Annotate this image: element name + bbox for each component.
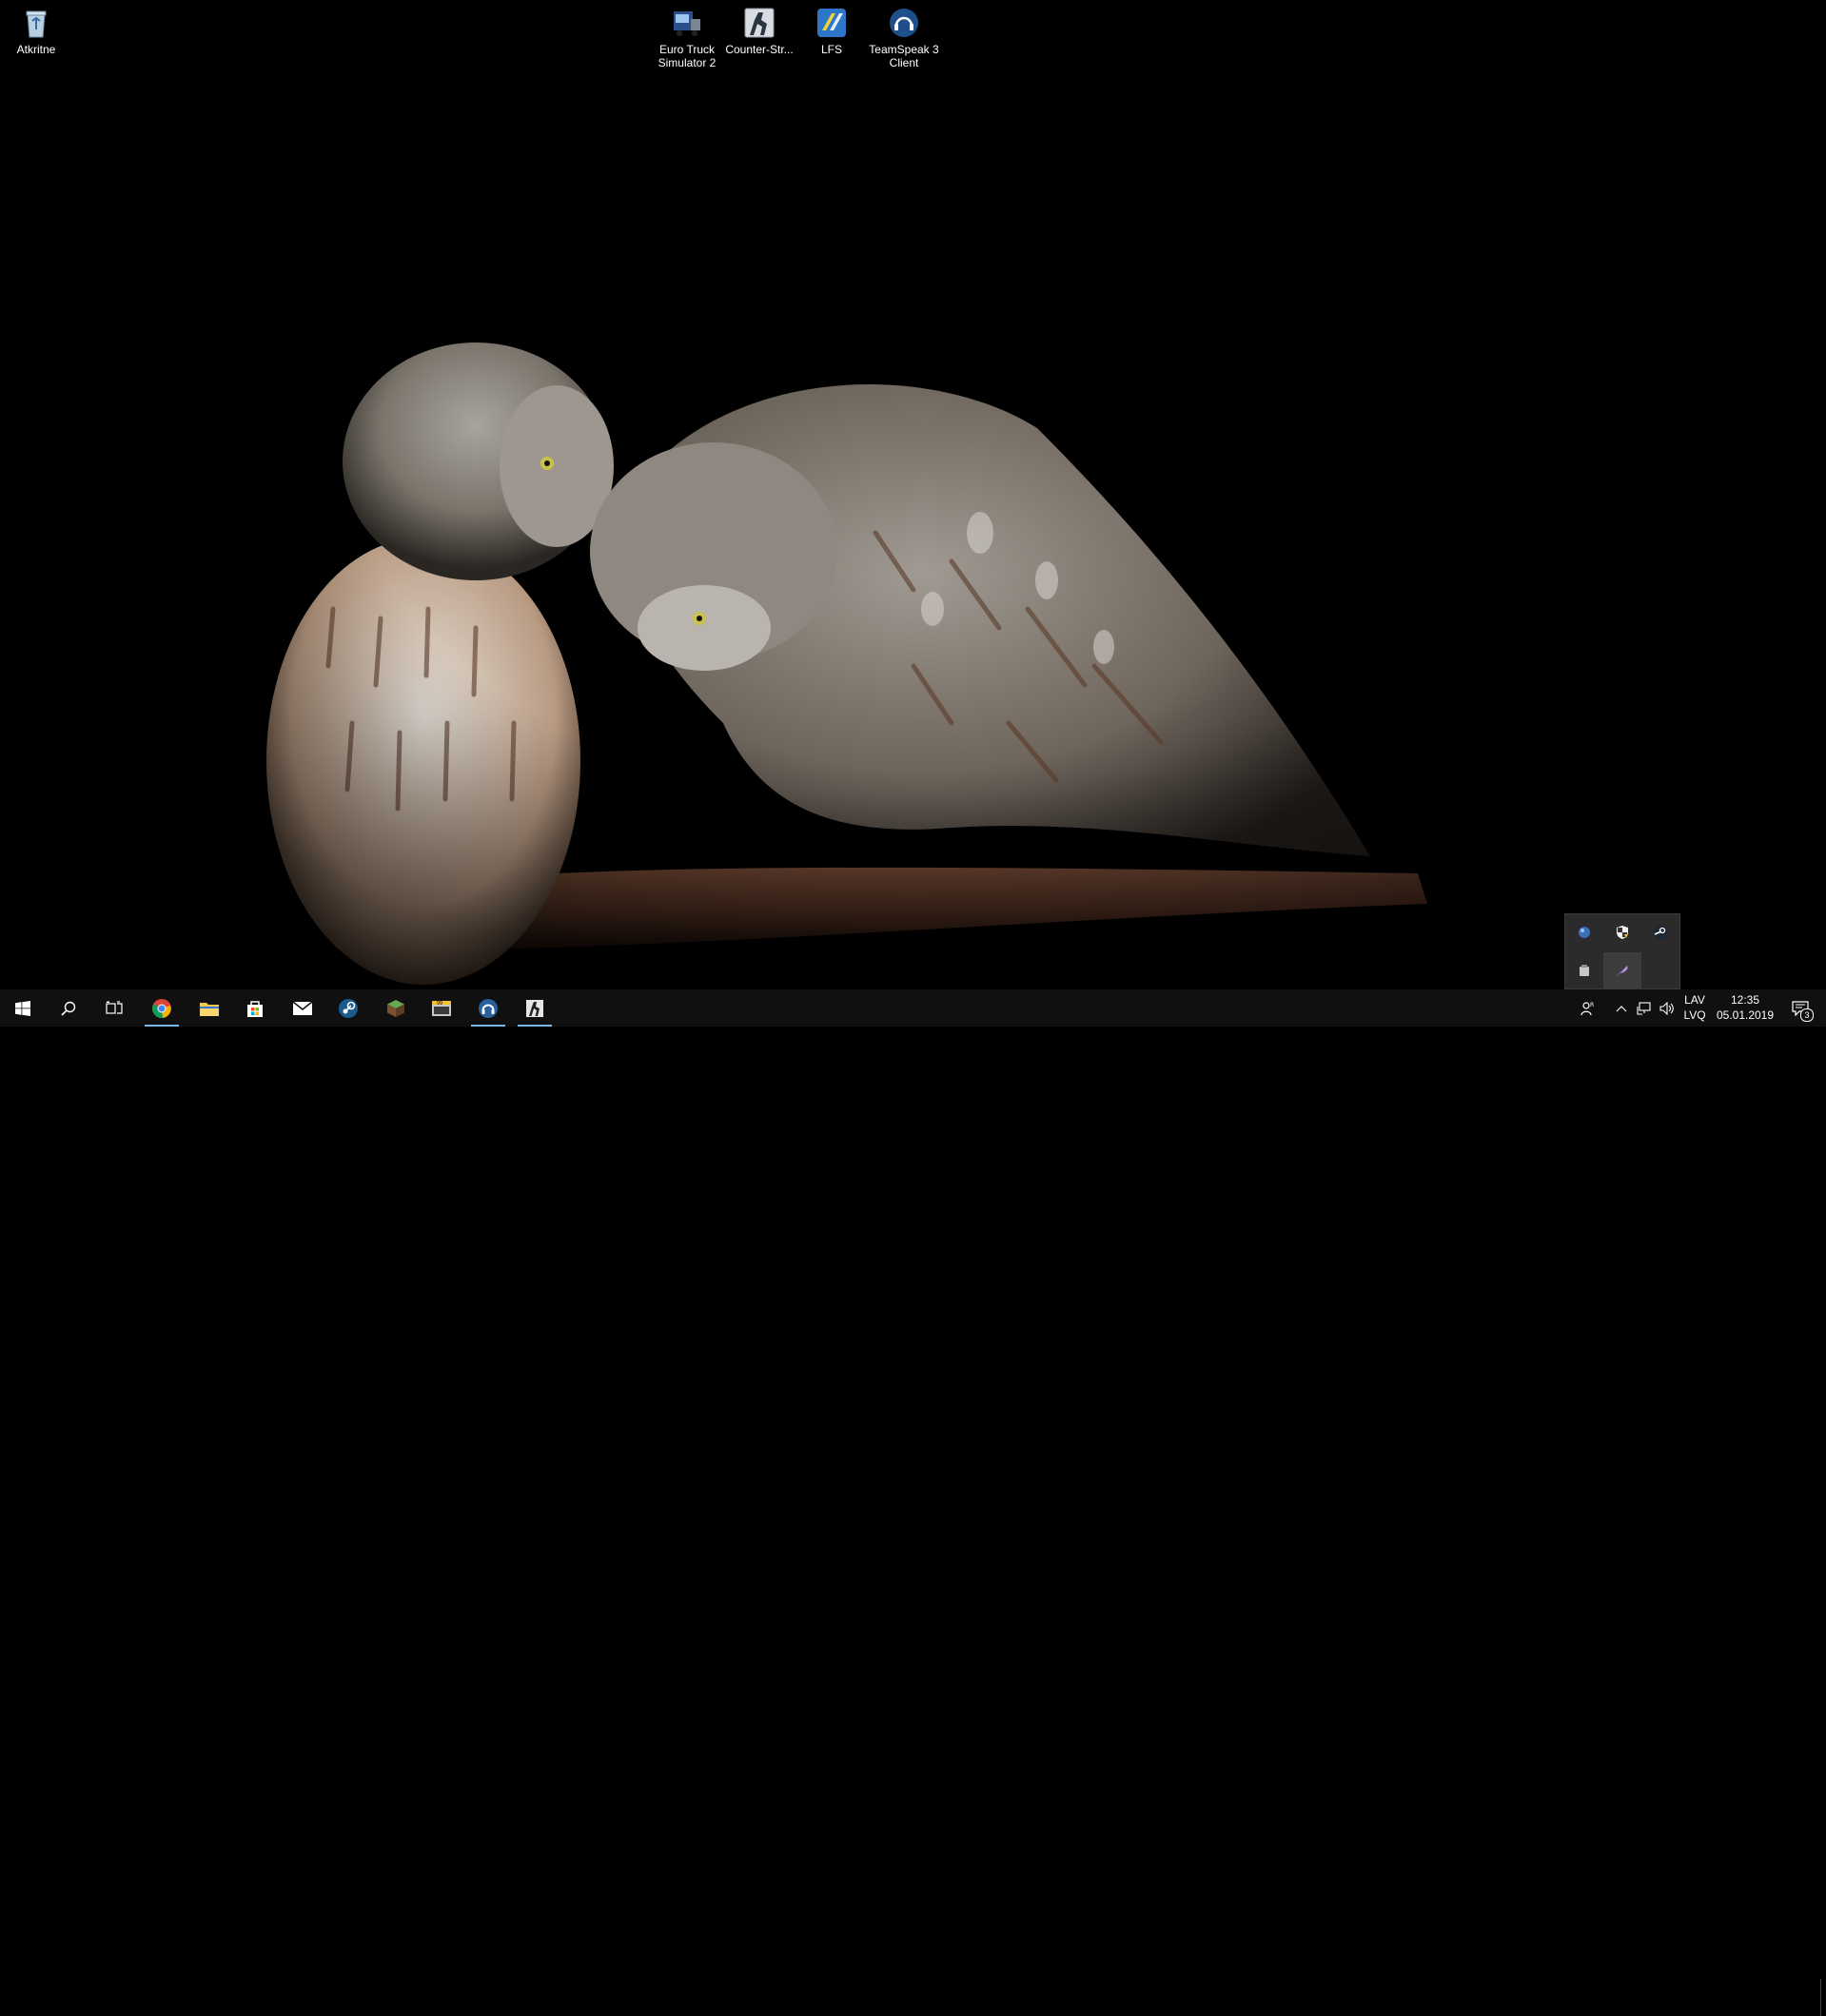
tray-network[interactable]: [1633, 989, 1656, 1027]
svg-text:99: 99: [437, 1001, 442, 1007]
teamspeak-icon: [887, 6, 921, 40]
lfs-icon: [815, 6, 849, 40]
svg-text:R: R: [1590, 1002, 1594, 1008]
action-center-button[interactable]: [1785, 989, 1816, 1027]
chevron-up-icon: [1616, 1005, 1627, 1011]
search-button[interactable]: [46, 989, 91, 1027]
usb-drive-icon: [1580, 965, 1589, 976]
taskbar-file-explorer[interactable]: [187, 989, 232, 1027]
windows-logo-icon: [15, 1000, 30, 1016]
keyboard-layout: LVQ: [1683, 1008, 1706, 1022]
search-icon: [61, 1001, 76, 1016]
terminal-app-icon: 99: [432, 1000, 451, 1016]
desktop-icon-label: TeamSpeak 3 Client: [869, 43, 939, 69]
language-code: LAV: [1684, 993, 1705, 1007]
mail-icon: [292, 1000, 313, 1015]
recycle-bin-icon: [19, 6, 53, 40]
taskbar-steam[interactable]: [325, 989, 371, 1027]
taskbar-store[interactable]: [232, 989, 278, 1027]
desktop-icon-teamspeak[interactable]: TeamSpeak 3 Client: [868, 0, 940, 69]
store-bag-icon: [247, 1000, 263, 1017]
tray-popup-item[interactable]: [1565, 952, 1603, 988]
security-shield-icon: [1617, 926, 1628, 939]
steam-icon: [339, 998, 358, 1018]
desktop-icon-label: Counter-Str...: [725, 43, 794, 56]
desktop-icon-counter-strike[interactable]: Counter-Str...: [723, 0, 795, 56]
folder-icon: [200, 1002, 219, 1016]
tray-popup-item[interactable]: [1641, 914, 1679, 950]
euro-truck-simulator-icon: [670, 6, 704, 40]
tray-people[interactable]: R: [1576, 989, 1600, 1027]
taskbar-mail[interactable]: [280, 989, 325, 1027]
taskbar-chrome[interactable]: [139, 989, 185, 1027]
tray-overflow-popup: [1564, 913, 1680, 989]
clock-date: 05.01.2019: [1716, 1008, 1775, 1022]
minecraft-block-icon: [387, 999, 404, 1017]
tray-show-hidden[interactable]: [1612, 989, 1631, 1027]
taskbar-minecraft[interactable]: [373, 989, 419, 1027]
people-icon: R: [1581, 1002, 1594, 1015]
tray-popup-item[interactable]: [1603, 914, 1641, 950]
chrome-icon: [152, 998, 171, 1018]
blue-orb-icon: [1579, 927, 1590, 938]
notification-count-badge: 3: [1800, 1008, 1814, 1022]
taskbar: 99 R LAV LVQ 12:35 05.01.2019: [0, 989, 1826, 2016]
clock[interactable]: 12:35 05.01.2019: [1713, 992, 1777, 1023]
steam-tray-icon: [1654, 926, 1667, 939]
feather-pen-icon: [1616, 966, 1628, 977]
desktop-icon-label: Euro Truck Simulator 2: [658, 43, 717, 69]
wallpaper-owls: [0, 0, 1826, 989]
taskbar-app-99[interactable]: 99: [419, 989, 464, 1027]
desktop-icon-lfs[interactable]: LFS: [795, 0, 868, 56]
taskbar-counter-strike[interactable]: [512, 989, 558, 1027]
tray-popup-item[interactable]: [1603, 952, 1641, 988]
start-button[interactable]: [0, 989, 46, 1027]
desktop-icon-recycle-bin[interactable]: Atkritne: [0, 0, 72, 56]
volume-icon: [1659, 1001, 1674, 1015]
counter-strike-icon: [742, 6, 776, 40]
counter-strike-icon: [526, 999, 543, 1017]
tray-volume[interactable]: [1656, 989, 1679, 1027]
language-indicator[interactable]: LAV LVQ: [1680, 992, 1709, 1023]
desktop-icon-label: Atkritne: [16, 43, 56, 56]
desktop-icon-label: LFS: [820, 43, 842, 56]
taskbar-teamspeak[interactable]: [465, 989, 511, 1027]
clock-time: 12:35: [1730, 993, 1760, 1007]
task-view-button[interactable]: [91, 989, 137, 1027]
desktop-icon-euro-truck-simulator[interactable]: Euro Truck Simulator 2: [651, 0, 723, 69]
teamspeak-icon: [479, 998, 498, 1018]
network-wired-icon: [1637, 1001, 1651, 1015]
task-view-icon: [106, 1000, 123, 1014]
show-desktop-button[interactable]: [1820, 1979, 1826, 2016]
desktop: Atkritne Euro Truck Simulator 2 Counter-…: [0, 0, 1826, 989]
tray-popup-item[interactable]: [1565, 914, 1603, 950]
